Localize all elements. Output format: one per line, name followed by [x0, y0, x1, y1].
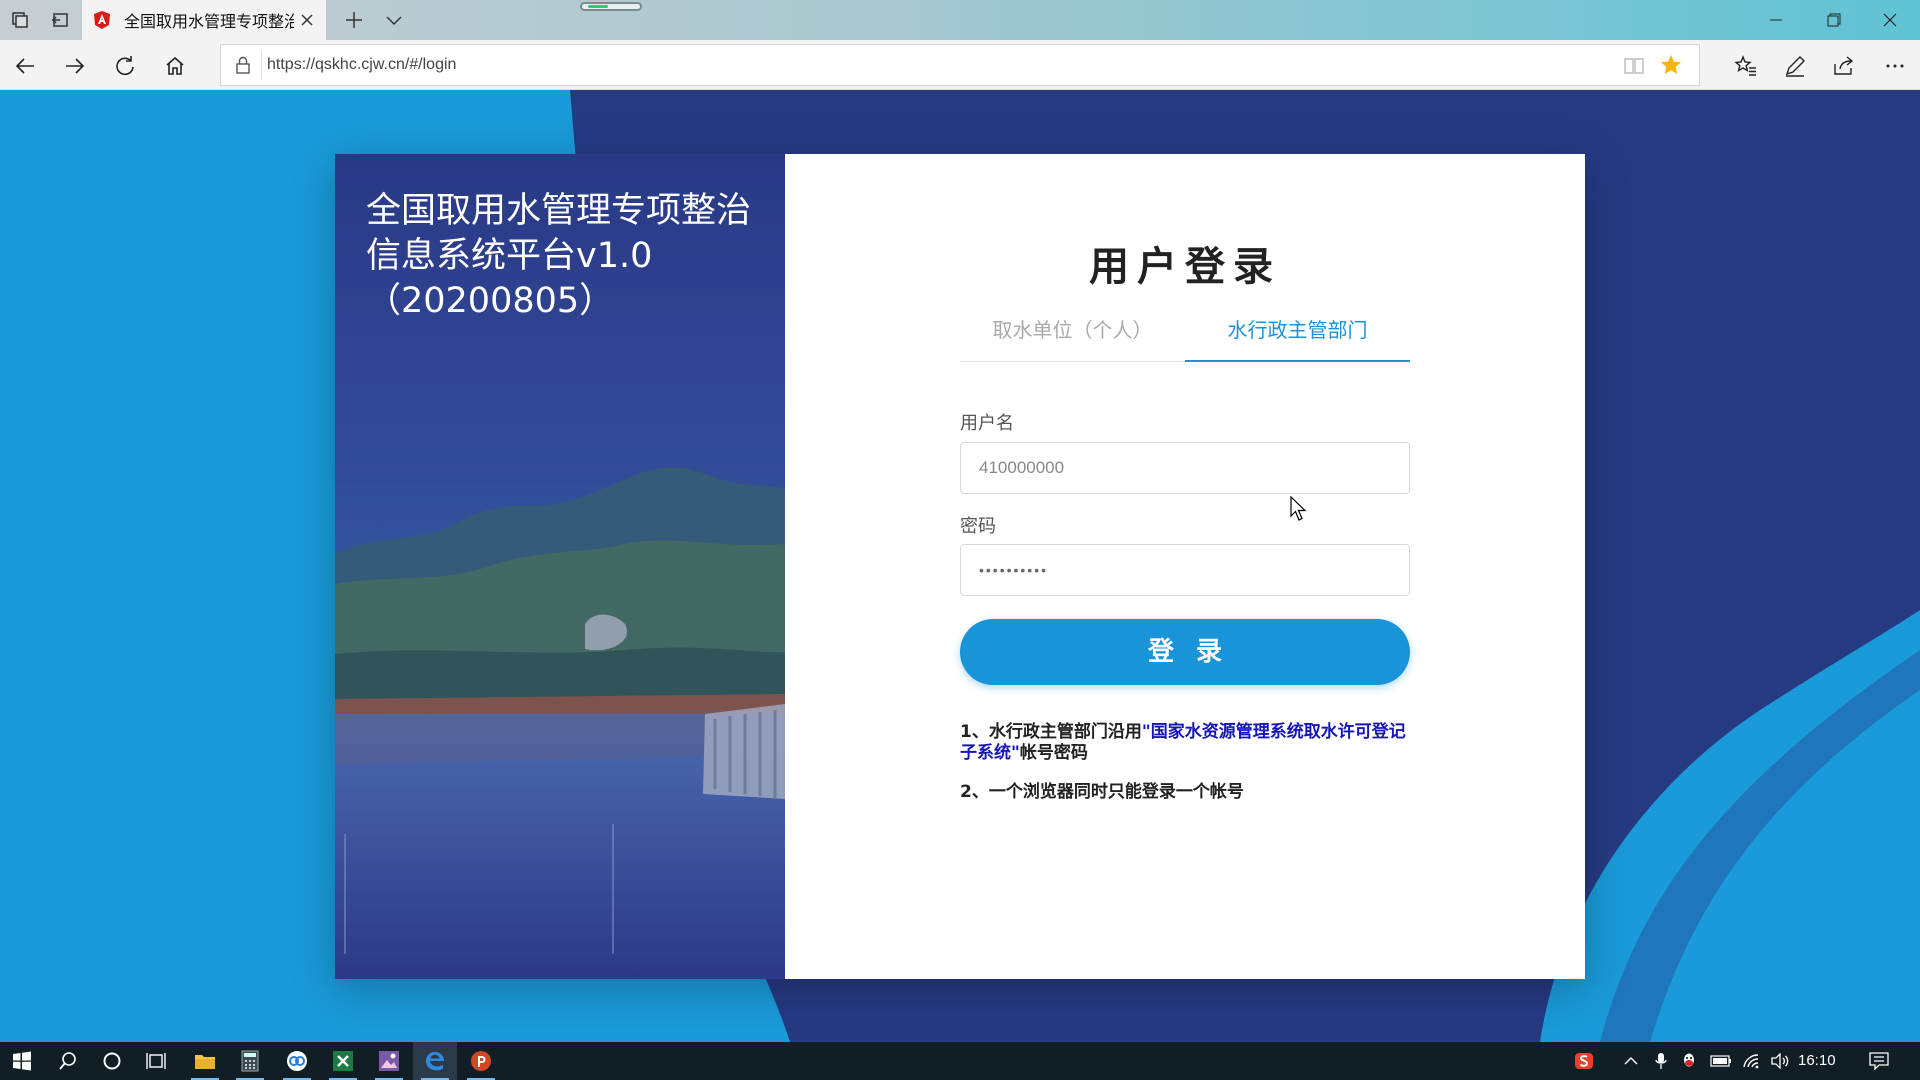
login-notes: 1、水行政主管部门沿用"国家水资源管理系统取水许可登记子系统"帐号密码 2、一个… [960, 722, 1410, 803]
search-icon[interactable] [46, 1042, 90, 1080]
favorites-hub-icon[interactable] [1733, 53, 1759, 79]
photos-icon[interactable] [367, 1042, 411, 1080]
taskbar-clock[interactable]: 16:10 [1798, 1042, 1836, 1080]
login-panel: 用户登录 取水单位（个人） 水行政主管部门 用户名 410000000 密码 •… [785, 154, 1585, 979]
windows-taskbar: 16:10 [0, 1042, 1920, 1080]
forward-icon[interactable] [62, 53, 88, 79]
microphone-icon[interactable] [1650, 1042, 1672, 1080]
note-2: 2、一个浏览器同时只能登录一个帐号 [960, 782, 1244, 802]
address-bar[interactable]: https://qskhc.cjw.cn/#/login [220, 44, 1700, 86]
close-tab-icon[interactable] [296, 9, 318, 31]
address-separator [261, 51, 262, 79]
restore-icon[interactable] [1806, 0, 1862, 40]
tab-actions-icon[interactable] [8, 8, 32, 32]
calculator-icon[interactable] [228, 1042, 272, 1080]
lock-icon [236, 56, 250, 74]
url-text[interactable]: https://qskhc.cjw.cn/#/login [267, 56, 456, 74]
battery-icon[interactable] [1708, 1042, 1734, 1080]
note-1: 1、水行政主管部门沿用"国家水资源管理系统取水许可登记子系统"帐号密码 [960, 722, 1410, 764]
favorite-star-icon[interactable] [1659, 53, 1683, 77]
login-type-tabs: 取水单位（个人） 水行政主管部门 [960, 304, 1410, 362]
app-icon[interactable] [275, 1042, 319, 1080]
web-notes-icon[interactable] [1782, 53, 1808, 79]
login-button[interactable]: 登录 [960, 619, 1410, 685]
chevron-down-icon[interactable] [382, 8, 406, 32]
tab-water-user[interactable]: 取水单位（个人） [960, 314, 1185, 343]
share-icon[interactable] [1831, 53, 1857, 79]
wifi-icon[interactable] [1740, 1042, 1764, 1080]
hero-image: 全国取用水管理专项整治信息系统平台v1.0（20200805） [335, 154, 785, 979]
volume-icon[interactable] [1768, 1042, 1792, 1080]
username-label: 用户名 [960, 413, 1014, 434]
new-tab-icon[interactable] [342, 8, 366, 32]
system-headline: 全国取用水管理专项整治信息系统平台v1.0（20200805） [366, 191, 752, 321]
edge-icon[interactable] [413, 1042, 457, 1080]
browser-nav-bar: https://qskhc.cjw.cn/#/login [0, 40, 1920, 90]
password-label: 密码 [960, 516, 996, 537]
home-icon[interactable] [162, 53, 188, 79]
powerpoint-icon[interactable] [459, 1042, 503, 1080]
tab-title: 全国取用水管理专项整治信息系统平台 [124, 12, 294, 31]
sogou-ime-icon[interactable] [1572, 1042, 1596, 1080]
tab-water-admin-dept[interactable]: 水行政主管部门 [1185, 314, 1410, 343]
browser-tab-bar: 全国取用水管理专项整治信息系统平台 [0, 0, 1920, 40]
angular-favicon-icon [94, 11, 110, 29]
active-tab-indicator [1185, 360, 1410, 362]
more-icon[interactable] [1882, 53, 1908, 79]
login-page: 全国取用水管理专项整治信息系统平台v1.0（20200805） 用户登录 取水单… [0, 90, 1920, 1042]
note-1-prefix: 1、水行政主管部门沿用 [960, 722, 1142, 742]
file-explorer-icon[interactable] [183, 1042, 227, 1080]
qq-icon[interactable] [1678, 1042, 1700, 1080]
chevron-up-icon[interactable] [1620, 1042, 1642, 1080]
start-icon[interactable] [0, 1042, 44, 1080]
window-drag-indicator [580, 2, 642, 11]
close-window-icon[interactable] [1862, 0, 1918, 40]
note-1-suffix: 帐号密码 [1019, 743, 1088, 763]
username-input[interactable]: 410000000 [960, 442, 1410, 494]
task-view-icon[interactable] [134, 1042, 178, 1080]
login-card: 全国取用水管理专项整治信息系统平台v1.0（20200805） 用户登录 取水单… [335, 154, 1585, 979]
back-icon[interactable] [12, 53, 38, 79]
minimize-icon[interactable] [1748, 0, 1804, 40]
password-input[interactable]: •••••••••• [960, 544, 1410, 596]
reading-view-icon[interactable] [1623, 55, 1645, 77]
set-tabs-aside-icon[interactable] [48, 8, 72, 32]
mouse-cursor-icon [1290, 496, 1307, 521]
login-title: 用户登录 [1089, 244, 1281, 290]
browser-tab[interactable]: 全国取用水管理专项整治信息系统平台 [82, 0, 326, 40]
refresh-icon[interactable] [112, 53, 138, 79]
action-center-icon[interactable] [1866, 1042, 1892, 1080]
excel-icon[interactable] [321, 1042, 365, 1080]
cortana-icon[interactable] [90, 1042, 134, 1080]
